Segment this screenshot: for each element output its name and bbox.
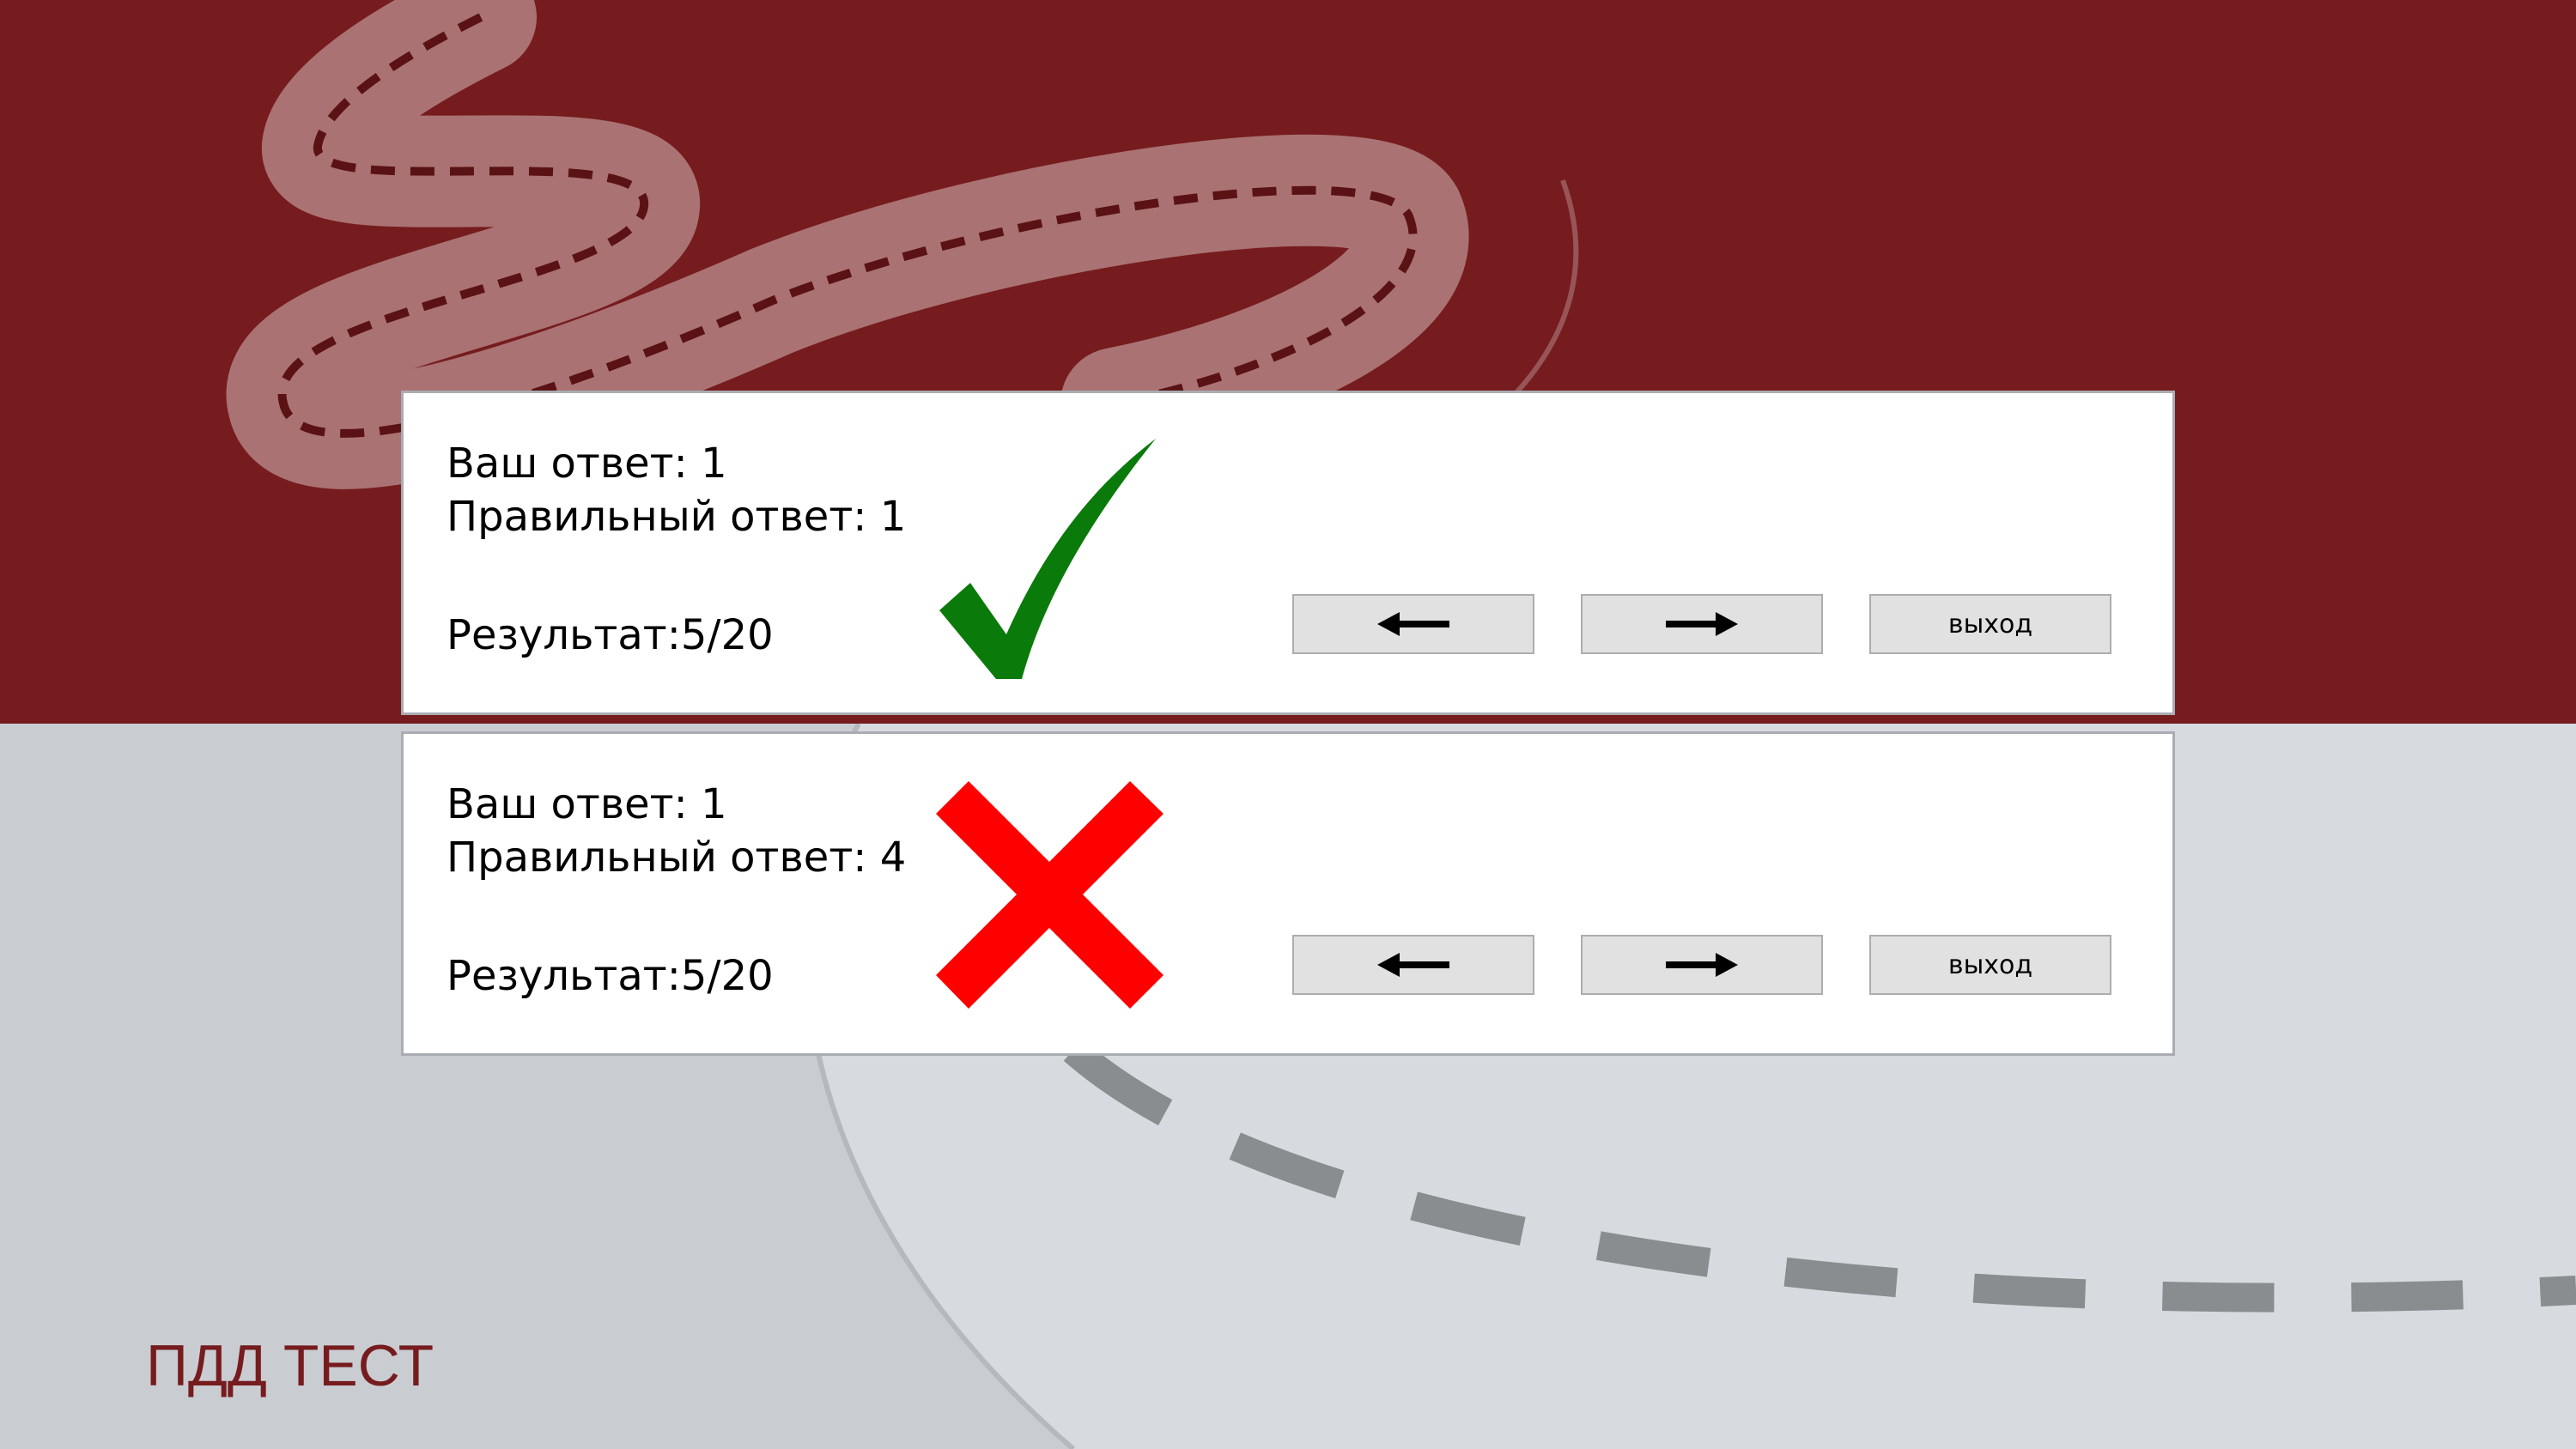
result-score-text: Результат:5/20 (447, 952, 774, 1000)
your-answer-text: Ваш ответ: 1 (447, 780, 727, 828)
next-button[interactable] (1581, 594, 1823, 654)
footer-title: ПДД ТЕСТ (146, 1333, 434, 1398)
checkmark-icon (939, 439, 1156, 679)
result-panel-wrong: Ваш ответ: 1 Правильный ответ: 4 Результ… (401, 731, 2175, 1056)
cross-icon (936, 781, 1163, 1009)
arrow-right-icon (1666, 953, 1738, 977)
correct-answer-text: Правильный ответ: 4 (447, 834, 907, 882)
exit-button[interactable]: выход (1869, 935, 2111, 995)
arrow-right-icon (1666, 612, 1738, 636)
next-button[interactable] (1581, 935, 1823, 995)
previous-button[interactable] (1292, 594, 1534, 654)
correct-answer-text: Правильный ответ: 1 (447, 493, 907, 541)
exit-button-label: выход (1947, 949, 2033, 980)
arrow-left-icon (1377, 953, 1449, 977)
exit-button-label: выход (1947, 609, 2033, 640)
arrow-left-icon (1377, 612, 1449, 636)
result-panel-correct: Ваш ответ: 1 Правильный ответ: 1 Результ… (401, 391, 2175, 715)
previous-button[interactable] (1292, 935, 1534, 995)
result-score-text: Результат:5/20 (447, 611, 774, 659)
your-answer-text: Ваш ответ: 1 (447, 440, 727, 488)
exit-button[interactable]: выход (1869, 594, 2111, 654)
